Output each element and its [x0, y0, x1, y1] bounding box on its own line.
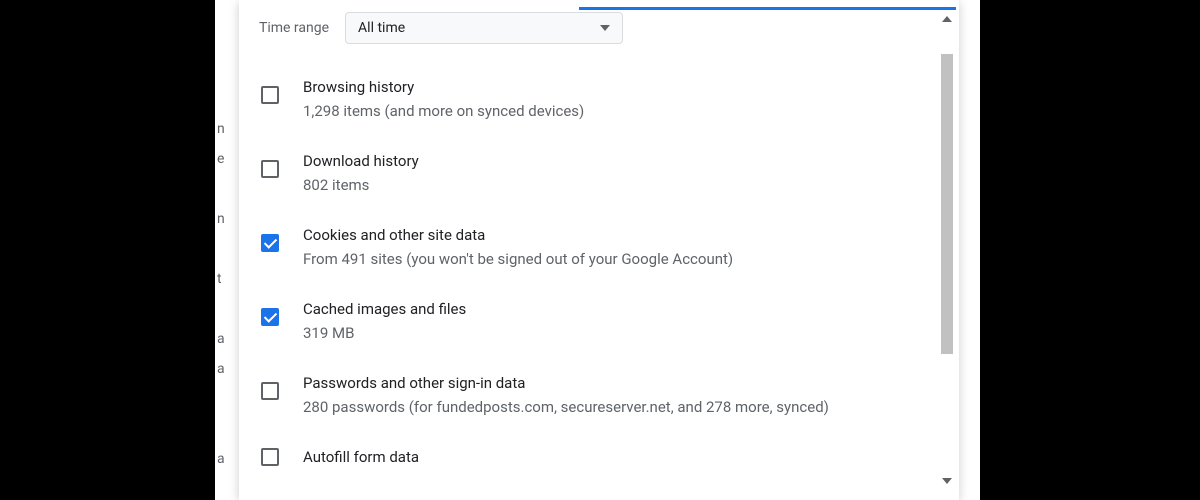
- option-download-history: Download history 802 items: [257, 136, 939, 210]
- time-range-label: Time range: [259, 20, 329, 36]
- options-list: Browsing history 1,298 items (and more o…: [239, 54, 939, 468]
- option-passwords: Passwords and other sign-in data 280 pas…: [257, 358, 939, 432]
- scrollbar-thumb[interactable]: [941, 54, 953, 354]
- option-title: Browsing history: [303, 76, 931, 98]
- option-title: Download history: [303, 150, 931, 172]
- option-desc: 280 passwords (for fundedposts.com, secu…: [303, 396, 931, 418]
- checkbox-passwords[interactable]: [261, 382, 279, 400]
- checkbox-download-history[interactable]: [261, 160, 279, 178]
- time-range-dropdown[interactable]: All time: [345, 12, 623, 44]
- option-cookies: Cookies and other site data From 491 sit…: [257, 210, 939, 284]
- checkbox-autofill[interactable]: [261, 448, 279, 466]
- option-autofill: Autofill form data: [257, 432, 939, 468]
- checkbox-cached-images[interactable]: [261, 308, 279, 326]
- scroll-down-icon[interactable]: [942, 478, 952, 484]
- option-title: Cookies and other site data: [303, 224, 931, 246]
- option-desc: 1,298 items (and more on synced devices): [303, 100, 931, 122]
- clear-browsing-data-dialog: Time range All time Browsing history 1,2…: [239, 0, 959, 500]
- scroll-up-icon[interactable]: [942, 16, 952, 22]
- active-tab-indicator: [579, 7, 956, 10]
- option-desc: From 491 sites (you won't be signed out …: [303, 248, 931, 270]
- checkbox-browsing-history[interactable]: [261, 86, 279, 104]
- time-range-value: All time: [358, 20, 405, 36]
- option-title: Cached images and files: [303, 298, 931, 320]
- scrollbar: [939, 10, 955, 490]
- option-cached-images: Cached images and files 319 MB: [257, 284, 939, 358]
- option-title: Autofill form data: [303, 446, 931, 468]
- options-scroll-area: Browsing history 1,298 items (and more o…: [239, 54, 939, 500]
- checkbox-cookies[interactable]: [261, 234, 279, 252]
- option-desc: 319 MB: [303, 322, 931, 344]
- option-browsing-history: Browsing history 1,298 items (and more o…: [257, 62, 939, 136]
- option-title: Passwords and other sign-in data: [303, 372, 931, 394]
- option-desc: 802 items: [303, 174, 931, 196]
- chevron-down-icon: [600, 25, 610, 31]
